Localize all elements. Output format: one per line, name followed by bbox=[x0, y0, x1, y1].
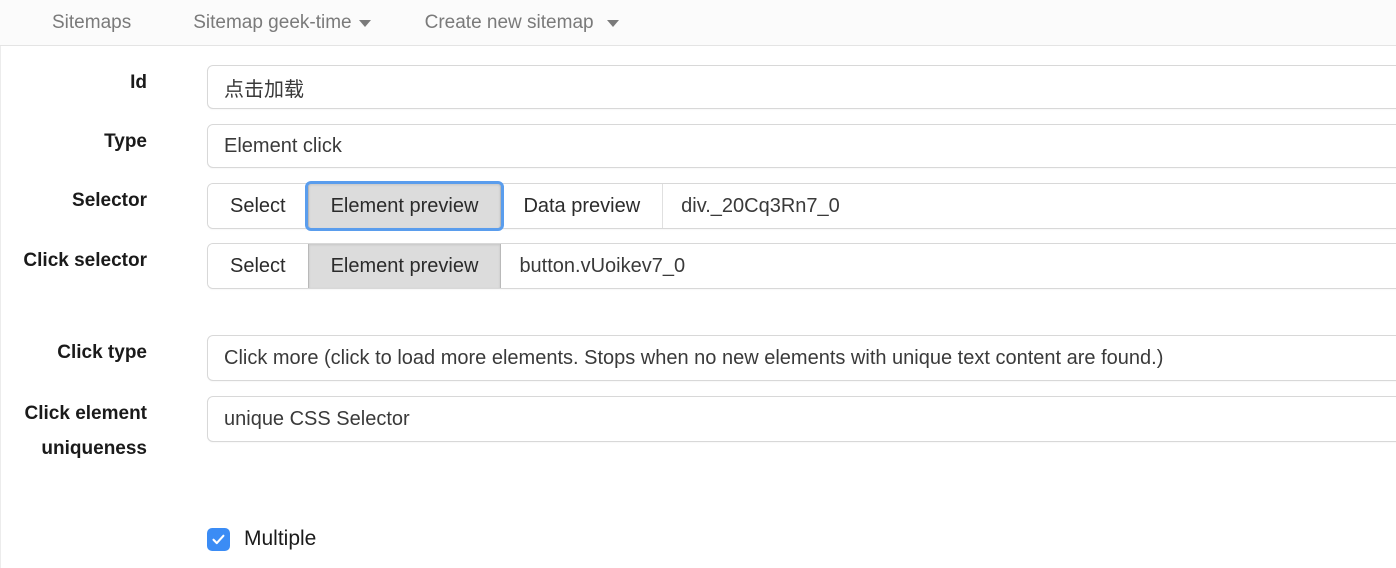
type-select[interactable]: Element click bbox=[207, 124, 1396, 168]
form-row-click-selector: Click selector Select Element preview bu… bbox=[1, 243, 1396, 289]
nav-item-sitemaps[interactable]: Sitemaps bbox=[52, 13, 131, 32]
control-id: 点击加载 bbox=[207, 65, 1396, 109]
nav-item-label: Create new sitemap bbox=[424, 12, 594, 33]
control-selector: Select Element preview Data preview div.… bbox=[207, 181, 1396, 231]
checkmark-icon bbox=[212, 534, 225, 544]
form-row-selector: Selector Select Element preview Data pre… bbox=[1, 181, 1396, 231]
control-click-selector: Select Element preview button.vUoikev7_0 bbox=[207, 243, 1396, 289]
label-click-element-uniqueness: Click element uniqueness bbox=[24, 403, 148, 459]
label-click-type: Click type bbox=[57, 342, 147, 363]
form-row-multiple: Multiple bbox=[207, 527, 316, 551]
form-row-click-type: Click type Click more (click to load mor… bbox=[1, 335, 1396, 381]
top-navbar: Sitemaps Sitemap geek-time Create new si… bbox=[0, 0, 1396, 46]
click-element-uniqueness-select[interactable]: unique CSS Selector bbox=[207, 396, 1396, 442]
label-selector: Selector bbox=[72, 190, 147, 211]
form-row-click-element-uniqueness: Click element uniqueness unique CSS Sele… bbox=[1, 396, 1396, 466]
nav-item-label: Sitemaps bbox=[52, 12, 132, 33]
nav-item-create-new-sitemap[interactable]: Create new sitemap bbox=[425, 13, 619, 32]
control-type: Element click bbox=[207, 124, 1396, 168]
chevron-down-icon bbox=[606, 20, 619, 27]
click-selector-select-button[interactable]: Select bbox=[208, 244, 308, 288]
multiple-checkbox[interactable] bbox=[207, 527, 230, 551]
selector-select-button[interactable]: Select bbox=[208, 184, 308, 228]
nav-item-label: Sitemap geek-time bbox=[193, 12, 352, 33]
selector-element-preview-button[interactable]: Element preview bbox=[304, 181, 505, 231]
form-row-type: Type Element click bbox=[1, 124, 1396, 168]
id-input[interactable]: 点击加载 bbox=[207, 65, 1396, 109]
multiple-label[interactable]: Multiple bbox=[244, 527, 316, 551]
label-id: Id bbox=[130, 72, 147, 93]
selector-input-group: Select Element preview Data preview div.… bbox=[207, 181, 1396, 231]
label-click-selector: Click selector bbox=[23, 250, 147, 271]
click-selector-input-group: Select Element preview button.vUoikev7_0 bbox=[207, 243, 1396, 289]
chevron-down-icon bbox=[358, 20, 371, 27]
selector-value-input[interactable]: div._20Cq3Rn7_0 bbox=[663, 184, 1396, 228]
click-selector-value-input[interactable]: button.vUoikev7_0 bbox=[501, 244, 1396, 288]
click-type-select[interactable]: Click more (click to load more elements.… bbox=[207, 335, 1396, 381]
selector-edit-panel: Id 点击加载 Type Element click Selector Sele… bbox=[0, 46, 1396, 568]
control-click-element-uniqueness: unique CSS Selector bbox=[207, 396, 1396, 442]
nav-item-sitemap-geek-time[interactable]: Sitemap geek-time bbox=[193, 12, 371, 33]
control-click-type: Click more (click to load more elements.… bbox=[207, 335, 1396, 381]
selector-data-preview-button[interactable]: Data preview bbox=[501, 184, 664, 228]
form-row-id: Id 点击加载 bbox=[1, 65, 1396, 109]
label-type: Type bbox=[104, 131, 147, 152]
click-selector-element-preview-button[interactable]: Element preview bbox=[307, 244, 502, 288]
